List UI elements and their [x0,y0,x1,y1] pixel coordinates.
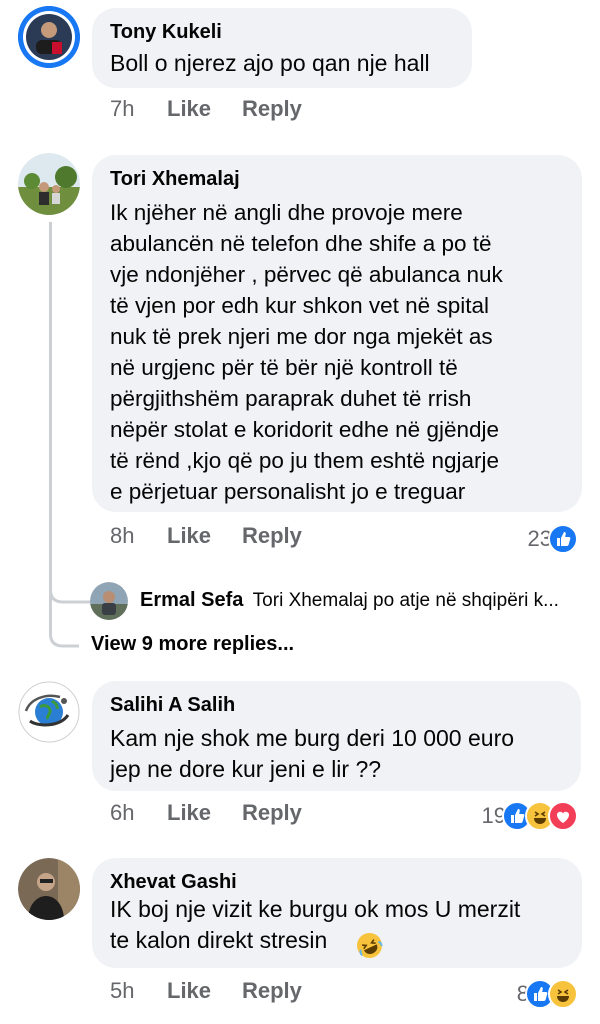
thread-line [49,222,52,600]
like-button[interactable]: Like [167,96,242,122]
like-button[interactable]: Like [167,523,242,549]
comment-bubble: Tony Kukeli Boll o njerez ajo po qan nje… [92,8,472,88]
haha-reaction-icon [548,979,578,1009]
comment-timestamp[interactable]: 5h [110,978,167,1004]
comment-actions: 7h Like Reply [110,96,302,122]
reaction-summary[interactable]: 8 [517,979,578,1009]
reaction-summary[interactable]: 19 [482,801,578,831]
avatar-tony-kukeli[interactable] [18,6,80,68]
comment-bubble: Xhevat Gashi IK boj nje vizit ke burgu o… [92,858,582,968]
comment-text: IK boj nje vizit ke burgu ok mos U merzi… [110,896,521,953]
view-more-replies[interactable]: View 9 more replies... [91,633,294,656]
profile-photo-icon [18,153,80,215]
comment-timestamp[interactable]: 7h [110,96,167,122]
reply-button[interactable]: Reply [242,523,302,549]
like-reaction-icon [548,524,578,554]
love-reaction-icon [548,801,578,831]
profile-photo-icon [18,681,80,743]
comment-bubble: Salihi A Salih Kam nje shok me burg deri… [92,681,581,791]
avatar-tori-xhemalaj[interactable] [18,153,80,215]
comment-bubble: Tori Xhemalaj Ik njëher në angli dhe pro… [92,155,582,512]
comment-author[interactable]: Tony Kukeli [110,20,454,44]
comment-text-wrapper: IK boj nje vizit ke burgu ok mos U merzi… [110,894,564,959]
rofl-emoji-icon [356,932,383,959]
reply-text: Tori Xhemalaj po atje në shqipëri k... [252,590,559,611]
profile-photo-icon [18,858,80,920]
comment-text: Boll o njerez ajo po qan nje hall [110,50,430,76]
reply-button[interactable]: Reply [242,978,302,1004]
like-button[interactable]: Like [167,800,242,826]
comment-author[interactable]: Salihi A Salih [110,693,563,717]
comment-actions: 8h Like Reply [110,523,302,549]
comment-actions: 5h Like Reply [110,978,302,1004]
comment-author[interactable]: Xhevat Gashi [110,870,564,894]
reply-button[interactable]: Reply [242,96,302,122]
reply-author[interactable]: Ermal Sefa [140,589,243,611]
comment-text: Kam nje shok me burg deri 10 000 euro je… [110,725,515,782]
comment-timestamp[interactable]: 6h [110,800,167,826]
comment-text: Ik njëher në angli dhe provoje mere abul… [110,200,503,504]
comment-actions: 6h Like Reply [110,800,302,826]
profile-photo-icon [18,6,80,68]
comment-author[interactable]: Tori Xhemalaj [110,167,564,191]
avatar-xhevat-gashi[interactable] [18,858,80,920]
reply-preview[interactable]: Ermal Sefa Tori Xhemalaj po atje në shqi… [140,589,559,612]
reply-button[interactable]: Reply [242,800,302,826]
avatar-salihi-a-salih[interactable] [18,681,80,743]
like-button[interactable]: Like [167,978,242,1004]
comment-timestamp[interactable]: 8h [110,523,167,549]
reaction-summary[interactable]: 23 [528,524,578,554]
